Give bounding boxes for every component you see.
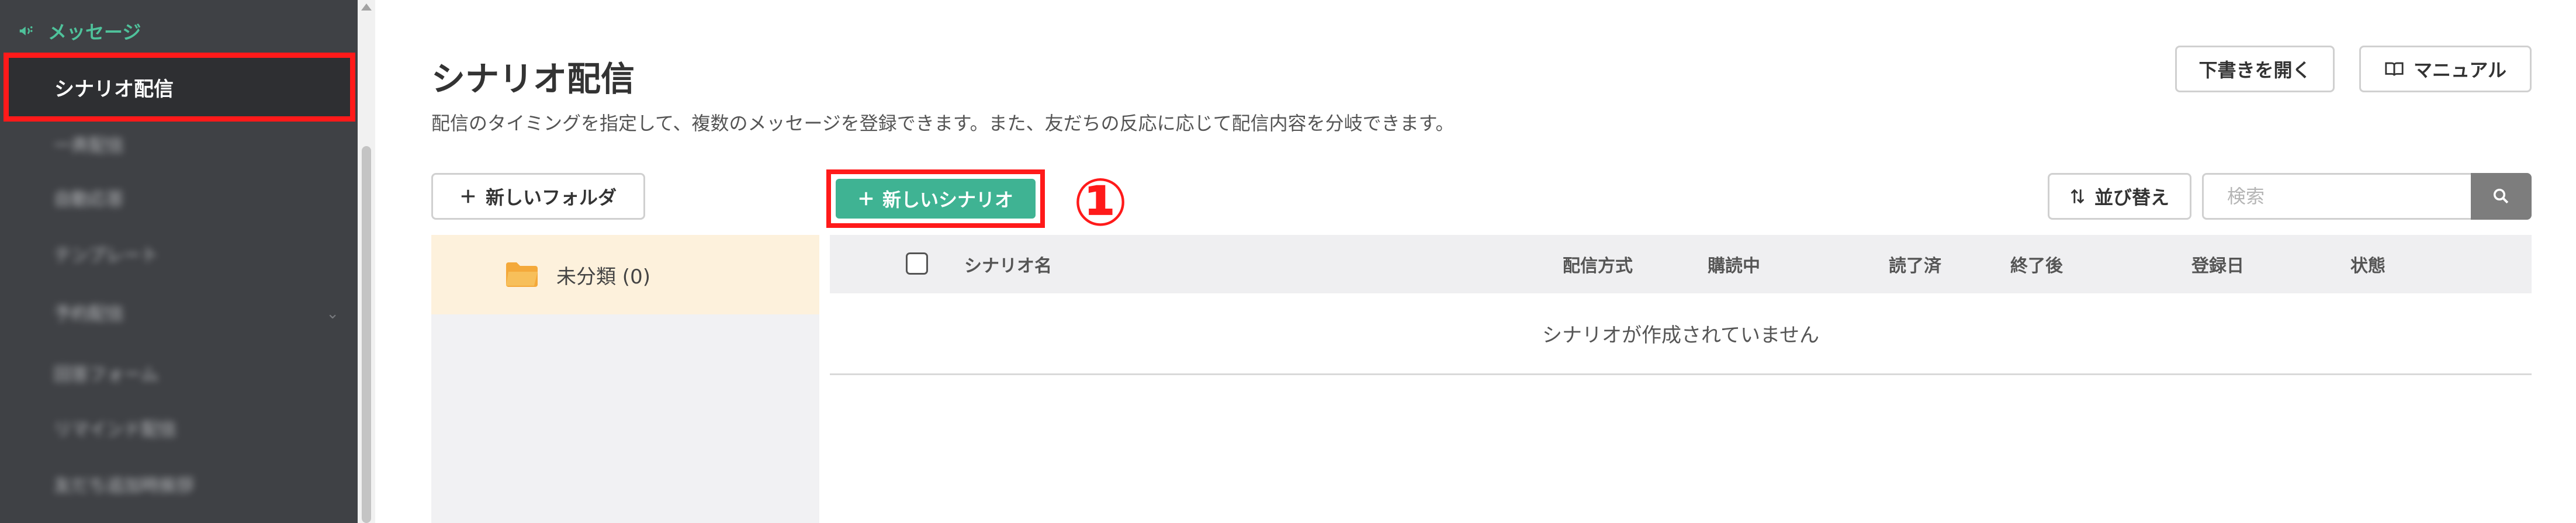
sidebar-item[interactable]: 回答フォーム bbox=[54, 361, 158, 385]
sidebar-item-label: リマインド配信 bbox=[54, 420, 176, 440]
folder-item-uncategorized[interactable]: 未分類 (0) bbox=[431, 235, 819, 314]
search-input[interactable] bbox=[2202, 173, 2471, 220]
column-header-status[interactable]: 状態 bbox=[2350, 235, 2385, 293]
sidebar-item-scenario[interactable]: シナリオ配信 bbox=[4, 53, 355, 122]
sidebar-item[interactable]: 予約配信 bbox=[54, 300, 124, 324]
column-header-registered[interactable]: 登録日 bbox=[2191, 235, 2244, 293]
sidebar-item[interactable]: 自動応答 bbox=[54, 186, 124, 210]
new-folder-label: 新しいフォルダ bbox=[485, 186, 617, 209]
sidebar-item[interactable]: 一斉配信 bbox=[54, 132, 124, 156]
chevron-down-icon[interactable]: ⌄ bbox=[326, 305, 339, 323]
search-icon bbox=[2493, 188, 2509, 204]
sidebar-scrollbar[interactable] bbox=[358, 0, 375, 523]
sort-button[interactable]: 並び替え bbox=[2048, 173, 2191, 220]
megaphone-icon bbox=[19, 26, 33, 36]
page-description: 配信のタイミングを指定して、複数のメッセージを登録できます。また、友だちの反応に… bbox=[431, 112, 1455, 134]
sidebar-item[interactable]: リマインド配信 bbox=[54, 416, 176, 440]
sidebar-item[interactable]: テンプレート bbox=[54, 242, 159, 266]
sidebar-item-label: テンプレート bbox=[54, 245, 159, 266]
sidebar: メッセージ シナリオ配信 一斉配信 自動応答 テンプレート 予約配信 ⌄ 回答フ… bbox=[0, 0, 358, 523]
plus-icon bbox=[859, 192, 873, 206]
select-all-checkbox[interactable] bbox=[906, 252, 928, 275]
sidebar-item[interactable]: 友だち追加時挨拶 bbox=[54, 472, 194, 496]
sidebar-item-label: 回答フォーム bbox=[54, 365, 159, 385]
table-header: シナリオ名 配信方式 購読中 読了済 終了後 登録日 状態 bbox=[830, 235, 2532, 293]
column-header-finished[interactable]: 終了後 bbox=[2010, 235, 2063, 293]
search-button[interactable] bbox=[2471, 173, 2532, 220]
sort-icon bbox=[2071, 189, 2085, 204]
table-empty-message: シナリオが作成されていません bbox=[830, 293, 2532, 375]
scenario-table: シナリオ名 配信方式 購読中 読了済 終了後 登録日 状態 シナリオが作成されて… bbox=[830, 235, 2532, 375]
column-header-read[interactable]: 読了済 bbox=[1889, 235, 1941, 293]
new-scenario-button[interactable]: 新しいシナリオ bbox=[836, 179, 1036, 219]
column-header-method[interactable]: 配信方式 bbox=[1563, 235, 1633, 293]
step-number: ① bbox=[1072, 165, 1128, 241]
manual-button[interactable]: マニュアル bbox=[2359, 46, 2532, 92]
scroll-up-arrow-icon[interactable] bbox=[361, 4, 372, 11]
folder-icon bbox=[506, 262, 538, 287]
sidebar-item-label: 一斉配信 bbox=[54, 136, 124, 156]
folder-panel: 未分類 (0) bbox=[431, 235, 819, 523]
open-draft-button[interactable]: 下書きを開く bbox=[2175, 46, 2335, 92]
new-scenario-label: 新しいシナリオ bbox=[882, 189, 1013, 211]
new-scenario-highlight: 新しいシナリオ bbox=[826, 169, 1045, 228]
book-icon bbox=[2385, 62, 2404, 76]
sidebar-section-message[interactable]: メッセージ bbox=[18, 16, 141, 46]
column-header-subscribing[interactable]: 購読中 bbox=[1708, 235, 1760, 293]
folder-label: 未分類 (0) bbox=[556, 265, 650, 289]
manual-label: マニュアル bbox=[2413, 59, 2507, 81]
sidebar-section-label: メッセージ bbox=[48, 21, 141, 43]
sidebar-item-label: 友だち追加時挨拶 bbox=[54, 476, 194, 496]
page-title: シナリオ配信 bbox=[431, 59, 635, 99]
new-folder-button[interactable]: 新しいフォルダ bbox=[431, 173, 645, 220]
sidebar-item-label: シナリオ配信 bbox=[54, 77, 174, 101]
open-draft-label: 下書きを開く bbox=[2198, 59, 2311, 81]
sort-label: 並び替え bbox=[2094, 186, 2169, 209]
plus-icon bbox=[461, 189, 475, 203]
sidebar-item-label: 予約配信 bbox=[54, 304, 124, 324]
sidebar-item-label: 自動応答 bbox=[54, 189, 124, 210]
column-header-name[interactable]: シナリオ名 bbox=[964, 235, 1052, 293]
scrollbar-thumb[interactable] bbox=[362, 146, 371, 523]
